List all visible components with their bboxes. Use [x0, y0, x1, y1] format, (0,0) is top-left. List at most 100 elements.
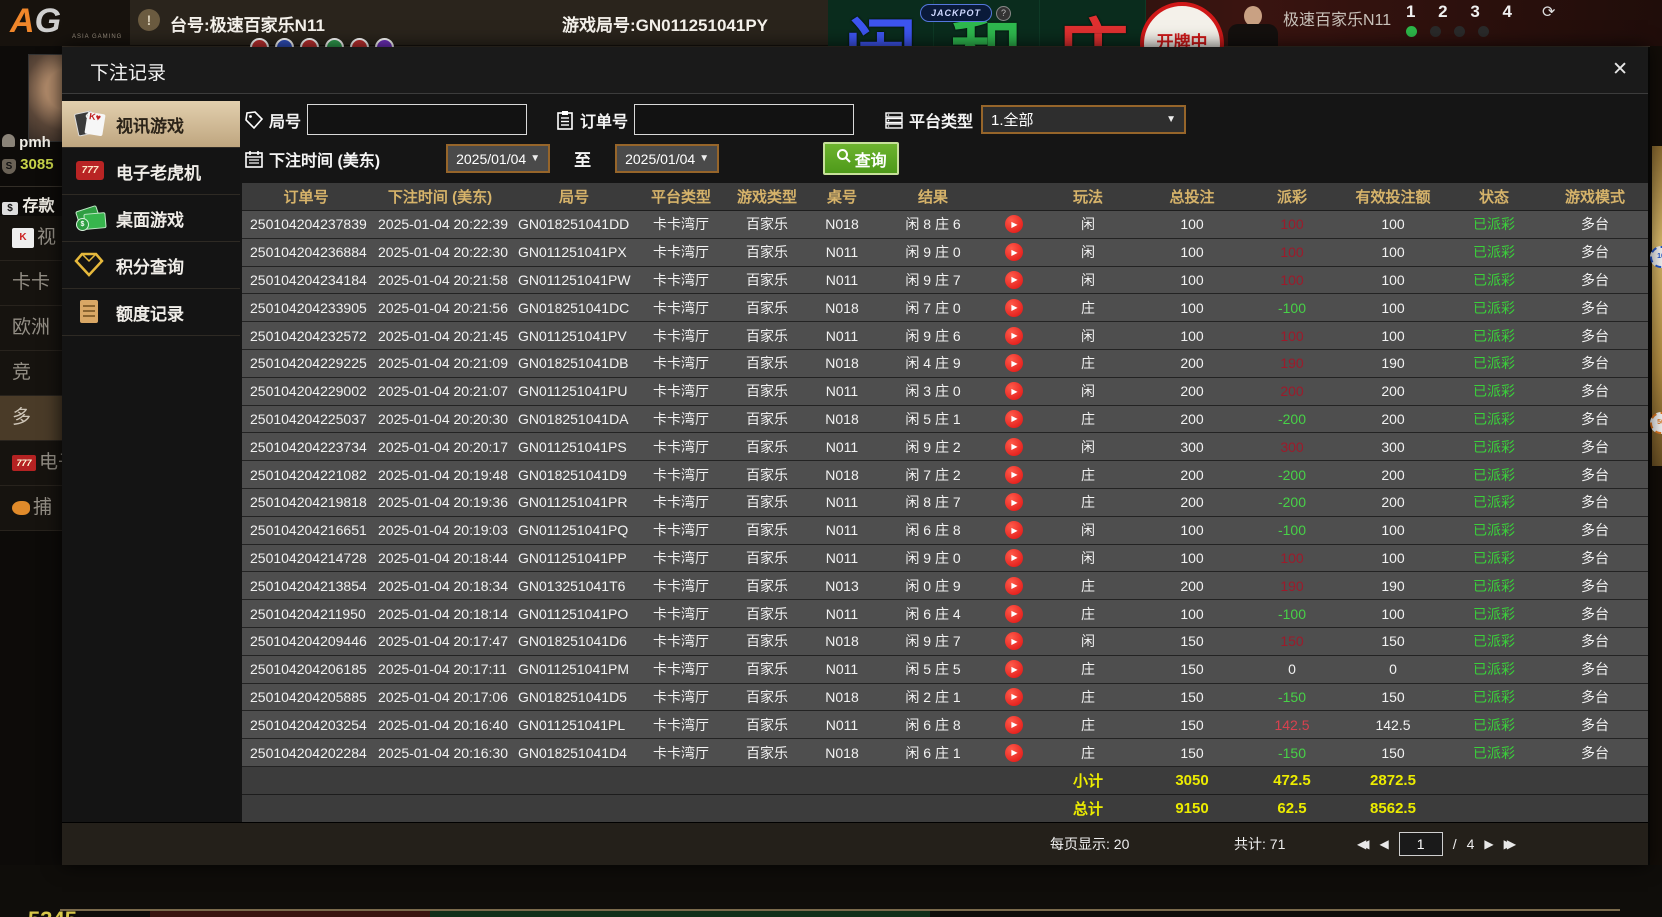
query-button[interactable]: 查询: [823, 142, 900, 175]
cell-valid: 142.5: [1375, 716, 1411, 733]
deposit-label: 存款: [22, 198, 55, 215]
play-icon[interactable]: ▶: [1005, 660, 1023, 679]
table-row: 250104204233905 2025-01-04 20:21:56 GN0182…: [242, 294, 1648, 323]
play-icon[interactable]: ▶: [1005, 215, 1023, 234]
cell-bet: 庄: [1081, 744, 1095, 761]
cell-mode: 多台: [1581, 271, 1609, 288]
play-icon[interactable]: ▶: [1005, 521, 1023, 540]
nav-item-points-query[interactable]: 积分查询: [62, 242, 240, 289]
grand-total-row-cell-payout: 62.5: [1277, 799, 1307, 817]
round-id-input[interactable]: [307, 104, 528, 135]
jackpot-badge[interactable]: JACKPOT: [920, 4, 992, 22]
last-page-icon[interactable]: ▶▶: [1504, 837, 1517, 851]
play-icon[interactable]: ▶: [1005, 270, 1023, 289]
cell-order: 250104204233905: [250, 299, 367, 316]
play-icon[interactable]: ▶: [1005, 354, 1023, 373]
cell-round: GN018251041D4: [518, 744, 627, 761]
cell-status: 已派彩: [1473, 577, 1515, 594]
table-row: 250104204209446 2025-01-04 20:17:47 GN0182…: [242, 627, 1648, 656]
gem-icon: [74, 251, 108, 279]
bg-menu-item-kaka[interactable]: 卡卡: [0, 261, 62, 306]
table-row: 250104204221082 2025-01-04 20:19:48 GN0182…: [242, 461, 1648, 489]
ag-logo: AG ASIA GAMING: [10, 2, 130, 44]
cell-status: 已派彩: [1473, 466, 1515, 483]
cell-result: 闲 7 庄 0: [905, 299, 961, 316]
cell-bet: 庄: [1081, 355, 1095, 372]
bg-menu-item-jing[interactable]: 竞: [0, 351, 62, 396]
table-row: 250104204236884 2025-01-04 20:22:30 GN0112…: [242, 238, 1648, 267]
nav-item-video-games[interactable]: 9 K♥ 视讯游戏: [62, 101, 251, 148]
play-icon[interactable]: ▶: [1005, 548, 1023, 567]
table-row: 250104204225037 2025-01-04 20:20:30 GN0182…: [242, 405, 1648, 434]
play-icon[interactable]: ▶: [1005, 298, 1023, 317]
dealer-head: [1244, 6, 1262, 26]
camera-numbers[interactable]: 1 2 3 4: [1406, 2, 1521, 22]
platform-type-select[interactable]: 1.全部 ▼: [981, 105, 1187, 134]
table-row: 250104204216651 2025-01-04 20:19:03 GN0112…: [242, 516, 1648, 545]
cell-bet: 庄: [1081, 716, 1095, 733]
bg-menu-item-multi[interactable]: 多: [0, 396, 62, 441]
slot-icon: 777: [12, 454, 36, 471]
per-page-label: 每页显示: 20: [1050, 836, 1130, 852]
bg-menu-item-slots[interactable]: 777电子: [0, 441, 62, 486]
play-icon[interactable]: ▶: [1005, 687, 1023, 706]
cell-payout: -100: [1277, 605, 1307, 622]
table-body: 250104204237839 2025-01-04 20:22:39 GN0182…: [242, 211, 1648, 823]
background-bottom-strip: 5345: [0, 865, 1662, 917]
play-icon[interactable]: ▶: [1005, 576, 1023, 595]
cell-total: 200: [1180, 577, 1204, 594]
play-icon[interactable]: ▶: [1005, 743, 1023, 762]
date-to-select[interactable]: 2025/01/04 ▼: [615, 144, 720, 173]
play-icon[interactable]: ▶: [1005, 493, 1023, 512]
cell-total: 150: [1180, 744, 1204, 761]
nav-item-slots[interactable]: 777 电子老虎机: [62, 148, 240, 195]
nav-item-quota-records[interactable]: 额度记录: [62, 289, 240, 336]
table-row: 250104204229002 2025-01-04 20:21:07 GN0112…: [242, 377, 1648, 406]
order-id-input[interactable]: [634, 104, 855, 135]
play-icon[interactable]: ▶: [1005, 715, 1023, 734]
cell-payout: 100: [1280, 549, 1304, 566]
bet-button-player[interactable]: 闲: [828, 0, 934, 46]
cell-time: 2025-01-04 20:19:36: [378, 494, 508, 511]
cell-total: 100: [1180, 216, 1204, 233]
cell-payout: -200: [1277, 494, 1307, 511]
cards-icon: K: [12, 227, 34, 248]
cell-total: 200: [1180, 383, 1204, 400]
play-icon[interactable]: ▶: [1005, 604, 1023, 623]
col-header-mode: 游戏模式: [1564, 189, 1625, 206]
refresh-icon[interactable]: ⟳: [1542, 2, 1555, 22]
cell-platform: 卡卡湾厅: [653, 466, 709, 483]
play-icon[interactable]: ▶: [1005, 632, 1023, 651]
table-header-row: 订单号 下注时间 (美东) 局号 平台类型 游戏类型 桌号 结果 玩法 总投注 派彩 有效投注额 状态…: [242, 183, 1648, 211]
cell-platform: 卡卡湾厅: [653, 327, 709, 344]
date-from-select[interactable]: 2025/01/04 ▼: [446, 144, 551, 173]
play-icon[interactable]: ▶: [1005, 437, 1023, 456]
first-page-icon[interactable]: ◀◀: [1357, 837, 1370, 851]
cell-result: 闲 0 庄 9: [905, 577, 961, 594]
cell-payout: -100: [1277, 522, 1307, 539]
play-icon[interactable]: ▶: [1005, 409, 1023, 428]
prev-page-icon[interactable]: ◀: [1379, 837, 1388, 851]
bg-menu-item-video[interactable]: K视: [0, 216, 62, 261]
next-page-icon[interactable]: ▶: [1484, 837, 1493, 851]
play-icon[interactable]: ▶: [1005, 382, 1023, 401]
cell-result: 闲 8 庄 6: [905, 216, 961, 233]
cell-round: GN018251041D9: [518, 466, 627, 483]
cell-mode: 多台: [1581, 522, 1609, 539]
cell-status: 已派彩: [1473, 216, 1515, 233]
cell-valid: 150: [1381, 633, 1405, 650]
cell-payout: -150: [1277, 688, 1307, 705]
play-icon[interactable]: ▶: [1005, 243, 1023, 262]
page-number-input[interactable]: [1398, 832, 1443, 856]
nav-item-table-games[interactable]: $ 桌面游戏: [62, 195, 240, 242]
info-icon: !: [138, 9, 160, 31]
play-icon[interactable]: ▶: [1005, 326, 1023, 345]
bg-menu-item-europe[interactable]: 欧洲: [0, 306, 62, 351]
bg-menu-item-fishing[interactable]: 捕: [0, 486, 62, 531]
close-icon[interactable]: ✕: [1612, 58, 1628, 81]
help-icon[interactable]: ?: [996, 6, 1011, 21]
cell-bet: 庄: [1081, 494, 1095, 511]
play-icon[interactable]: ▶: [1005, 465, 1023, 484]
cell-status: 已派彩: [1473, 327, 1515, 344]
bet-button-banker[interactable]: 庄: [1040, 0, 1146, 46]
